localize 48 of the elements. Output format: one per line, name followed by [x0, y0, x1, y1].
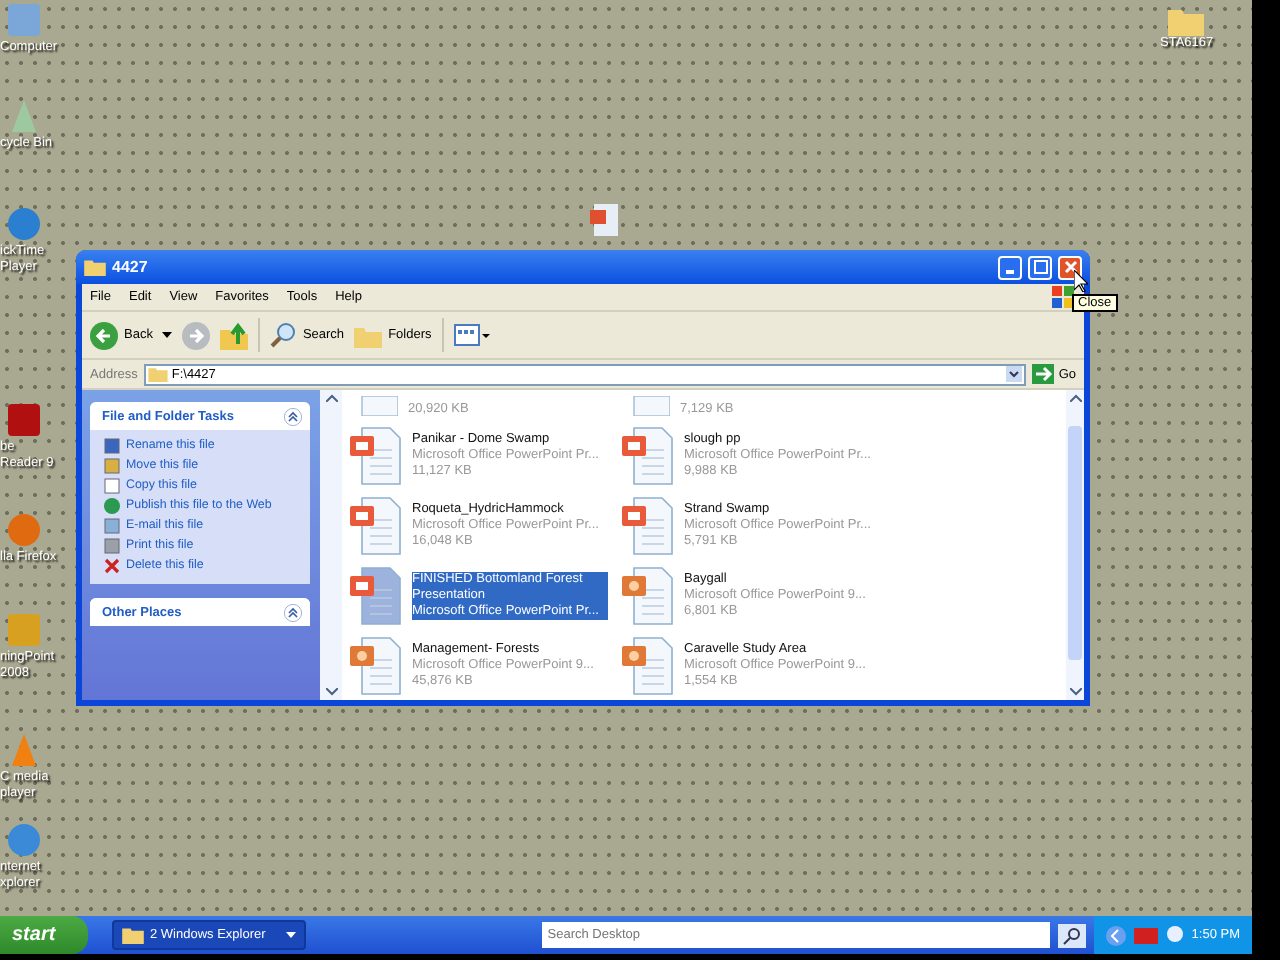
caret-down-icon[interactable] — [1069, 688, 1081, 696]
views-icon[interactable] — [453, 324, 490, 346]
app-icon[interactable] — [4, 820, 44, 860]
maximize-icon — [1033, 260, 1047, 274]
app-icon[interactable] — [4, 204, 44, 244]
scrollbar[interactable] — [1066, 390, 1084, 700]
maximize-button[interactable] — [1028, 255, 1052, 279]
caret-up-icon[interactable] — [1069, 394, 1081, 402]
powerpoint-file-icon — [350, 635, 402, 695]
folder-icon — [354, 323, 383, 347]
dropdown-icon[interactable] — [1006, 366, 1023, 382]
powerpoint-file-icon — [350, 565, 402, 625]
caret-icon[interactable] — [162, 332, 173, 338]
forward-icon[interactable] — [182, 321, 211, 349]
start-button[interactable]: start — [0, 916, 88, 954]
tray-icon[interactable] — [1133, 927, 1158, 943]
powerpoint-file-icon — [350, 495, 402, 555]
close-icon — [1063, 260, 1077, 274]
caret-down-icon[interactable] — [325, 688, 337, 696]
window-title: 4427 — [112, 258, 148, 276]
mouse-pointer-icon — [1074, 270, 1088, 292]
folder-icon — [84, 258, 106, 276]
caret-up-icon[interactable] — [325, 394, 337, 402]
arrow-icon — [90, 321, 118, 349]
collapse-icon[interactable] — [284, 407, 302, 425]
folder-up-icon[interactable] — [220, 321, 249, 349]
windows-logo-icon — [1052, 286, 1076, 308]
file-icon — [590, 204, 618, 236]
powerpoint-file-icon — [350, 425, 402, 485]
task-icon — [104, 558, 120, 574]
search-icon[interactable] — [1057, 923, 1086, 947]
powerpoint-file-icon — [622, 425, 674, 485]
folder-icon — [147, 366, 168, 382]
app-icon[interactable] — [4, 400, 44, 440]
close-button[interactable] — [1058, 255, 1082, 279]
search-icon — [270, 322, 297, 348]
app-icon[interactable] — [4, 510, 44, 550]
powerpoint-file-icon — [622, 635, 674, 695]
scrollbar[interactable] — [320, 390, 342, 700]
folder-icon[interactable] — [1168, 6, 1205, 36]
caret-icon — [286, 932, 296, 938]
arrow-icon — [1032, 364, 1055, 384]
powerpoint-file-icon — [622, 495, 674, 555]
powerpoint-file-icon — [622, 565, 674, 625]
chevron-icon[interactable] — [1105, 925, 1126, 945]
minimize-button[interactable] — [998, 255, 1022, 279]
folder-icon — [122, 926, 144, 944]
collapse-icon[interactable] — [284, 603, 302, 621]
